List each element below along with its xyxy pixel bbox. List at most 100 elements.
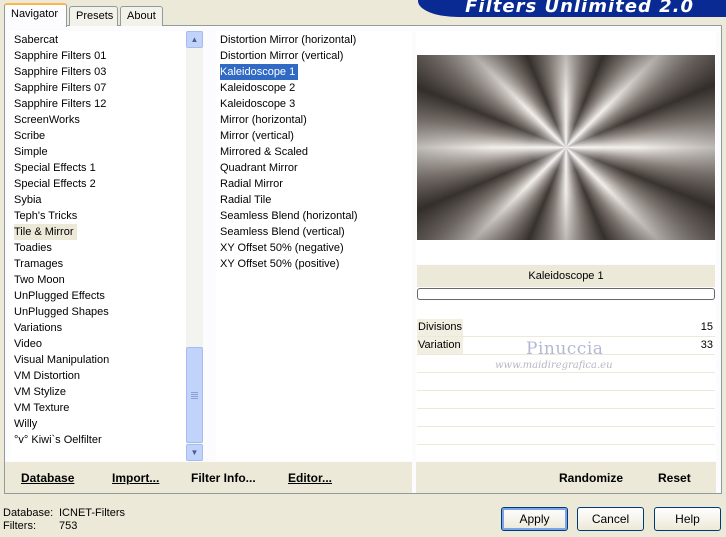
filter-item-label: Kaleidoscope 3 bbox=[220, 98, 296, 110]
filters-count-value: 753 bbox=[59, 520, 78, 532]
filter-item[interactable]: Seamless Blend (horizontal) bbox=[217, 208, 411, 224]
param-row-divisions[interactable]: Divisions 15 bbox=[417, 319, 715, 337]
apply-button[interactable]: Apply bbox=[501, 507, 568, 531]
category-item-label: Sabercat bbox=[14, 34, 59, 46]
filter-item-label: Mirrored & Scaled bbox=[220, 146, 309, 158]
category-item-label: Tile & Mirror bbox=[14, 224, 78, 240]
filters-count-label: Filters: bbox=[3, 520, 36, 532]
category-item[interactable]: Tramages bbox=[11, 256, 185, 272]
tab-navigator[interactable]: Navigator bbox=[4, 3, 67, 27]
filter-item[interactable]: Mirror (vertical) bbox=[217, 128, 411, 144]
category-item[interactable]: VM Distortion bbox=[11, 368, 185, 384]
scroll-thumb[interactable] bbox=[186, 347, 203, 443]
category-item-label: Teph's Tricks bbox=[14, 210, 78, 222]
database-status-label: Database: bbox=[3, 507, 54, 519]
param-row-empty bbox=[417, 427, 715, 445]
reset-button[interactable]: Reset bbox=[658, 471, 691, 485]
category-item[interactable]: Sapphire Filters 03 bbox=[11, 64, 185, 80]
category-item-label: Sybia bbox=[14, 194, 42, 206]
filter-info-button[interactable]: Filter Info... bbox=[191, 471, 256, 485]
import-button[interactable]: Import... bbox=[112, 471, 159, 485]
category-item[interactable]: Variations bbox=[11, 320, 185, 336]
category-item-label: ScreenWorks bbox=[14, 114, 80, 126]
category-item[interactable]: VM Stylize bbox=[11, 384, 185, 400]
filter-item-label: Distortion Mirror (vertical) bbox=[220, 50, 344, 62]
category-item[interactable]: Sabercat bbox=[11, 32, 185, 48]
category-item-label: Sapphire Filters 03 bbox=[14, 66, 107, 78]
category-item-label: UnPlugged Effects bbox=[14, 290, 105, 302]
filter-item[interactable]: Mirror (horizontal) bbox=[217, 112, 411, 128]
category-item-label: Two Moon bbox=[14, 274, 65, 286]
filter-item[interactable]: Kaleidoscope 3 bbox=[217, 96, 411, 112]
randomize-button[interactable]: Randomize bbox=[559, 471, 623, 485]
filter-name-label: Kaleidoscope 1 bbox=[417, 265, 715, 287]
category-item[interactable]: Teph's Tricks bbox=[11, 208, 185, 224]
category-item[interactable]: Sapphire Filters 07 bbox=[11, 80, 185, 96]
category-item[interactable]: Sapphire Filters 01 bbox=[11, 48, 185, 64]
category-item[interactable]: Sybia bbox=[11, 192, 185, 208]
category-item-label: Tramages bbox=[14, 258, 64, 270]
category-item[interactable]: Special Effects 2 bbox=[11, 176, 185, 192]
category-item[interactable]: Toadies bbox=[11, 240, 185, 256]
tab-presets[interactable]: Presets bbox=[69, 6, 118, 26]
category-item[interactable]: Video bbox=[11, 336, 185, 352]
filter-item[interactable]: Distortion Mirror (horizontal) bbox=[217, 32, 411, 48]
category-item[interactable]: ScreenWorks bbox=[11, 112, 185, 128]
category-list[interactable]: Sabercat Sapphire Filters 01 Sapphire Filt… bbox=[10, 31, 186, 461]
filter-item-label: Radial Mirror bbox=[220, 178, 283, 190]
category-item[interactable]: Simple bbox=[11, 144, 185, 160]
filter-item-label: Kaleidoscope 2 bbox=[220, 82, 296, 94]
app-title: Filters Unlimited 2.0 bbox=[465, 0, 694, 17]
filter-item[interactable]: Mirrored & Scaled bbox=[217, 144, 411, 160]
category-item[interactable]: Willy bbox=[11, 416, 185, 432]
category-item-label: Willy bbox=[14, 418, 38, 430]
filter-item-label: Distortion Mirror (horizontal) bbox=[220, 34, 357, 46]
category-item-label: Special Effects 2 bbox=[14, 178, 96, 190]
category-scrollbar[interactable]: ▲ ▼ bbox=[186, 31, 203, 461]
category-item[interactable]: Scribe bbox=[11, 128, 185, 144]
category-item[interactable]: Visual Manipulation bbox=[11, 352, 185, 368]
category-item-label: °v° Kiwi`s Oelfilter bbox=[14, 434, 102, 446]
category-item[interactable]: Sapphire Filters 12 bbox=[11, 96, 185, 112]
category-item[interactable]: UnPlugged Effects bbox=[11, 288, 185, 304]
filter-item[interactable]: Distortion Mirror (vertical) bbox=[217, 48, 411, 64]
filter-item[interactable]: XY Offset 50% (positive) bbox=[217, 256, 411, 272]
scroll-up-button[interactable]: ▲ bbox=[186, 31, 203, 48]
filter-item-label: Quadrant Mirror bbox=[220, 162, 298, 174]
param-value: 15 bbox=[700, 321, 713, 333]
filter-item[interactable]: Seamless Blend (vertical) bbox=[217, 224, 411, 240]
category-item-label: Special Effects 1 bbox=[14, 162, 96, 174]
filter-item-label: Radial Tile bbox=[220, 194, 272, 206]
database-button[interactable]: Database bbox=[21, 471, 74, 485]
preview-image bbox=[417, 55, 715, 240]
filter-item-label: XY Offset 50% (negative) bbox=[220, 242, 344, 254]
category-item[interactable]: Tile & Mirror bbox=[11, 224, 185, 240]
help-button[interactable]: Help bbox=[654, 507, 721, 531]
watermark-url: www.maidiregrafica.eu bbox=[495, 360, 613, 371]
filter-item[interactable]: Radial Tile bbox=[217, 192, 411, 208]
category-item-label: VM Distortion bbox=[14, 370, 81, 382]
tab-about[interactable]: About bbox=[120, 6, 163, 26]
database-status-value: ICNET-Filters bbox=[59, 507, 125, 519]
category-item[interactable]: Two Moon bbox=[11, 272, 185, 288]
app-banner: Filters Unlimited 2.0 bbox=[418, 0, 726, 17]
category-item-label: Scribe bbox=[14, 130, 46, 142]
filter-item-label: Seamless Blend (vertical) bbox=[220, 226, 345, 238]
category-item[interactable]: UnPlugged Shapes bbox=[11, 304, 185, 320]
cancel-button[interactable]: Cancel bbox=[577, 507, 644, 531]
editor-button[interactable]: Editor... bbox=[288, 471, 332, 485]
category-item[interactable]: VM Texture bbox=[11, 400, 185, 416]
filter-item[interactable]: Kaleidoscope 1 bbox=[217, 63, 411, 81]
filter-item[interactable]: XY Offset 50% (negative) bbox=[217, 240, 411, 256]
category-item-label: Sapphire Filters 01 bbox=[14, 50, 107, 62]
category-item-label: Sapphire Filters 12 bbox=[14, 98, 107, 110]
category-item-label: Variations bbox=[14, 322, 63, 334]
filter-item[interactable]: Radial Mirror bbox=[217, 176, 411, 192]
category-item-label: VM Texture bbox=[14, 402, 70, 414]
category-item[interactable]: °v° Kiwi`s Oelfilter bbox=[11, 432, 185, 448]
scroll-down-button[interactable]: ▼ bbox=[186, 444, 203, 461]
filter-item[interactable]: Quadrant Mirror bbox=[217, 160, 411, 176]
filter-list[interactable]: Distortion Mirror (horizontal) Distortion… bbox=[216, 31, 412, 461]
filter-item[interactable]: Kaleidoscope 2 bbox=[217, 80, 411, 96]
category-item[interactable]: Special Effects 1 bbox=[11, 160, 185, 176]
